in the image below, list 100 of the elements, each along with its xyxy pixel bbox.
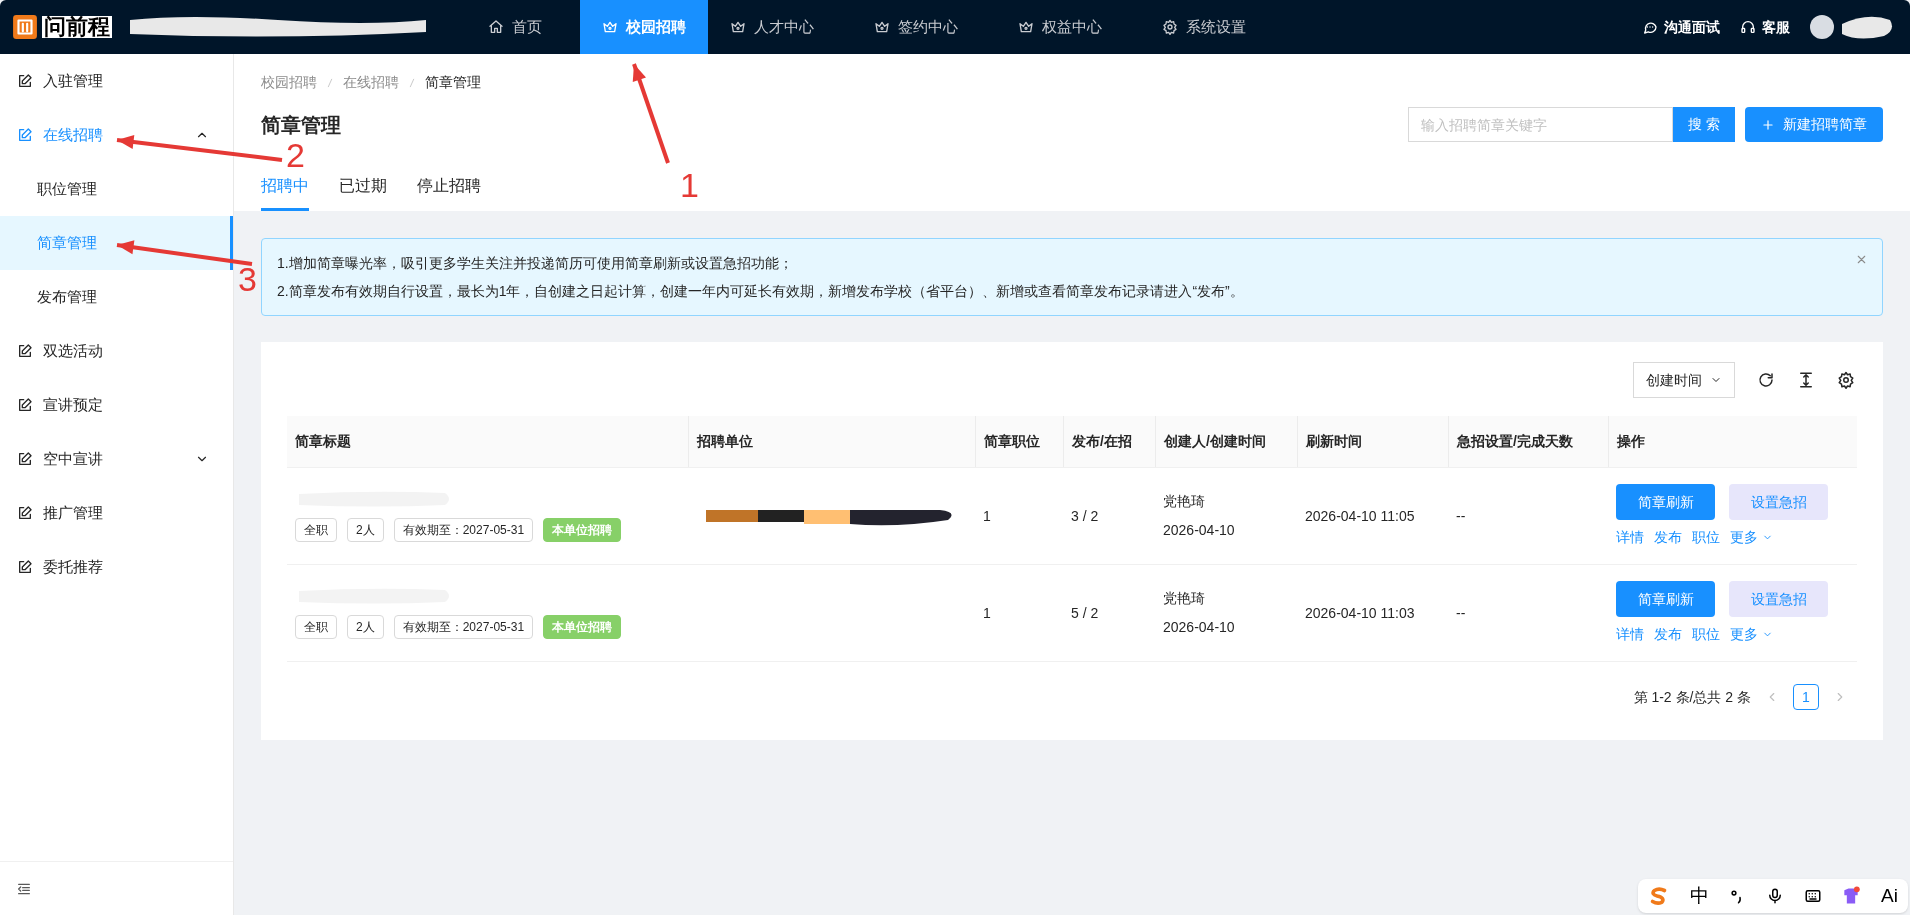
- new-brochure-button[interactable]: 新建招聘简章: [1745, 107, 1883, 142]
- tag: 全职: [295, 518, 337, 542]
- annotation-number: 1: [680, 168, 699, 202]
- edit-icon: [17, 559, 33, 575]
- breadcrumb-link[interactable]: 校园招聘: [261, 72, 317, 93]
- logo-text: 问前程: [42, 16, 112, 38]
- nav-tab[interactable]: 签约中心: [852, 0, 980, 54]
- column-header: 急招设置/完成天数: [1457, 432, 1573, 451]
- sidebar-item[interactable]: 在线招聘: [0, 108, 233, 162]
- edit-icon: [17, 505, 33, 521]
- header-link[interactable]: 客服: [1740, 16, 1790, 38]
- keyboard-icon: [1803, 887, 1822, 905]
- edit-icon: [17, 343, 33, 359]
- nav-tab[interactable]: 人才中心: [708, 0, 836, 54]
- column-header: 简章职位: [984, 432, 1040, 451]
- sidebar-item[interactable]: 入驻管理: [0, 54, 233, 108]
- table-cell: 1: [983, 508, 991, 524]
- table-cell: 5 / 2: [1071, 605, 1099, 621]
- action-link[interactable]: 更多: [1730, 624, 1773, 645]
- nav-tab[interactable]: 首页: [466, 0, 564, 54]
- sidebar-item[interactable]: 委托推荐: [0, 540, 233, 594]
- sidebar-subitem[interactable]: 发布管理: [0, 270, 233, 324]
- column-header: 刷新时间: [1306, 432, 1362, 451]
- annotation-number: 2: [286, 138, 305, 172]
- ai-button[interactable]: Ai: [1881, 881, 1898, 911]
- toolbar-button[interactable]: [1757, 371, 1775, 389]
- sidebar-subitem[interactable]: 简章管理: [0, 216, 233, 270]
- tag: 2人: [347, 615, 384, 639]
- nav-tab[interactable]: 权益中心: [996, 0, 1124, 54]
- action-link[interactable]: 发布: [1654, 624, 1682, 645]
- column-header: 操作: [1617, 432, 1645, 451]
- annotation-number: 3: [238, 262, 257, 296]
- crown-icon: [874, 19, 890, 35]
- close-button[interactable]: [1855, 253, 1868, 266]
- tag: 2人: [347, 518, 384, 542]
- keyboard-button[interactable]: [1803, 887, 1822, 905]
- search-button[interactable]: 搜 索: [1673, 107, 1735, 142]
- notice-text: 1.增加简章曝光率，吸引更多学生关注并投递简历可使用简章刷新或设置急招功能；: [277, 254, 794, 273]
- action-link[interactable]: 发布: [1654, 527, 1682, 548]
- urgent-button[interactable]: 设置急招: [1729, 484, 1828, 520]
- edit-icon: [17, 127, 33, 143]
- action-link[interactable]: 详情: [1616, 527, 1644, 548]
- toolbar-button[interactable]: [1837, 371, 1855, 389]
- tab[interactable]: 招聘中: [261, 170, 309, 211]
- header-link[interactable]: 沟通面试: [1642, 16, 1720, 38]
- pagination-summary: 第 1-2 条/总共 2 条: [1633, 687, 1751, 707]
- row-height-icon: [1797, 371, 1815, 389]
- edit-icon: [17, 73, 33, 89]
- tab[interactable]: 停止招聘: [417, 170, 481, 211]
- voice-button[interactable]: [1766, 887, 1784, 905]
- table-cell-text: 2026-04-10: [1163, 618, 1236, 637]
- nav-tab[interactable]: 校园招聘: [580, 0, 708, 54]
- breadcrumb-link[interactable]: 在线招聘: [343, 72, 399, 93]
- action-link[interactable]: 职位: [1692, 527, 1720, 548]
- refresh-button[interactable]: 简章刷新: [1616, 581, 1715, 617]
- sort-dropdown[interactable]: 创建时间: [1633, 362, 1735, 398]
- search-field[interactable]: 输入招聘简章关键字: [1408, 107, 1673, 142]
- chat-icon: [1642, 19, 1658, 35]
- tag: 有效期至：2027-05-31: [393, 615, 534, 639]
- table-cell: 3 / 2: [1071, 508, 1099, 524]
- table-cell: 2026-04-10 11:05: [1305, 508, 1415, 524]
- microphone-icon: [1766, 887, 1784, 905]
- table-cell-text: 2026-04-10: [1163, 521, 1236, 540]
- toolbar-button[interactable]: [1797, 371, 1815, 389]
- settings-icon: [1837, 371, 1855, 389]
- column-header: 招聘单位: [697, 432, 753, 451]
- crown-icon: [730, 19, 746, 35]
- table-cell: --: [1456, 508, 1466, 524]
- sidebar-item[interactable]: 双选活动: [0, 324, 233, 378]
- ime-mode-button[interactable]: 中: [1689, 881, 1709, 911]
- column-header: 简章标题: [295, 432, 351, 451]
- skin-button[interactable]: [1841, 886, 1862, 906]
- action-link[interactable]: 职位: [1692, 624, 1720, 645]
- column-header: 创建人/创建时间: [1164, 432, 1266, 451]
- refresh-button[interactable]: 简章刷新: [1616, 484, 1715, 520]
- sidebar-item[interactable]: 推广管理: [0, 486, 233, 540]
- headset-icon: [1740, 19, 1756, 35]
- sidebar-subitem[interactable]: 职位管理: [0, 162, 233, 216]
- tag: 本单位招聘: [543, 615, 622, 639]
- page-title: 简章管理: [261, 112, 341, 138]
- avatar[interactable]: [1810, 15, 1834, 39]
- tab[interactable]: 已过期: [339, 170, 387, 211]
- edit-icon: [17, 397, 33, 413]
- plus-icon: [1761, 117, 1775, 132]
- action-link[interactable]: 更多: [1730, 527, 1773, 548]
- home-icon: [488, 19, 504, 35]
- urgent-button[interactable]: 设置急招: [1729, 581, 1828, 617]
- page-button[interactable]: 1: [1793, 684, 1819, 710]
- settings-icon: [1162, 19, 1178, 35]
- sidebar-item[interactable]: 宣讲预定: [0, 378, 233, 432]
- notice-text: 2.简章发布有效期自行设置，最长为1年，自创建之日起计算，创建一年内可延长有效期，新增发布学校（省平台）、新增或查看简章发布记录请进入“发布”。: [277, 282, 1245, 301]
- shirt-icon: [1841, 886, 1862, 906]
- nav-tab[interactable]: 系统设置: [1140, 0, 1268, 54]
- tag: 全职: [295, 615, 337, 639]
- table-cell: 1: [983, 605, 991, 621]
- action-link[interactable]: 详情: [1616, 624, 1644, 645]
- tag: 有效期至：2027-05-31: [393, 518, 534, 542]
- table-cell: 2026-04-10 11:03: [1305, 605, 1415, 621]
- column-header: 发布/在招: [1072, 432, 1132, 451]
- sidebar-item[interactable]: 空中宣讲: [0, 432, 233, 486]
